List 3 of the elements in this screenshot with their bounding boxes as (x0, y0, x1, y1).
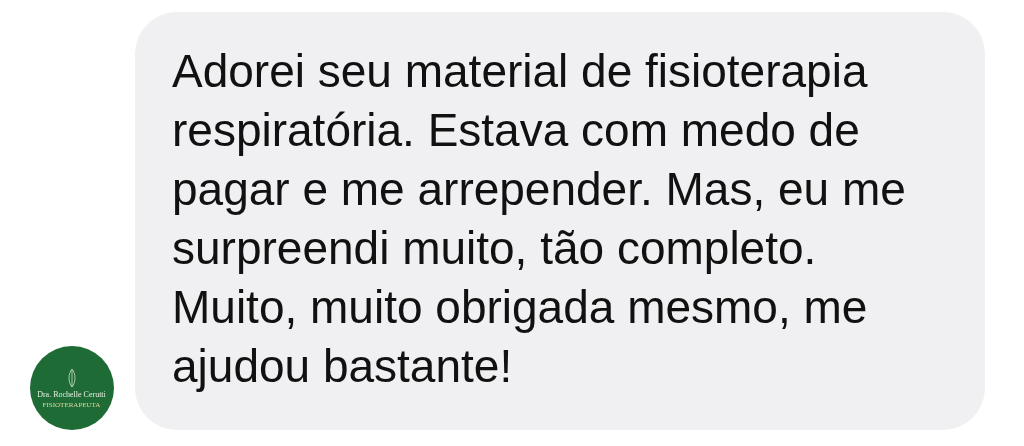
avatar-name: Dra. Rochelle Cerutti (37, 390, 106, 399)
message-text: Adorei seu material de fisioterapia respiratória. Estava com medo de pagar e me arrepender. Mas, eu me surpreendi muito, tão completo. Muito, muito obrigada mesmo, me ajudou bastante! (172, 44, 907, 394)
leaf-icon (66, 367, 77, 388)
